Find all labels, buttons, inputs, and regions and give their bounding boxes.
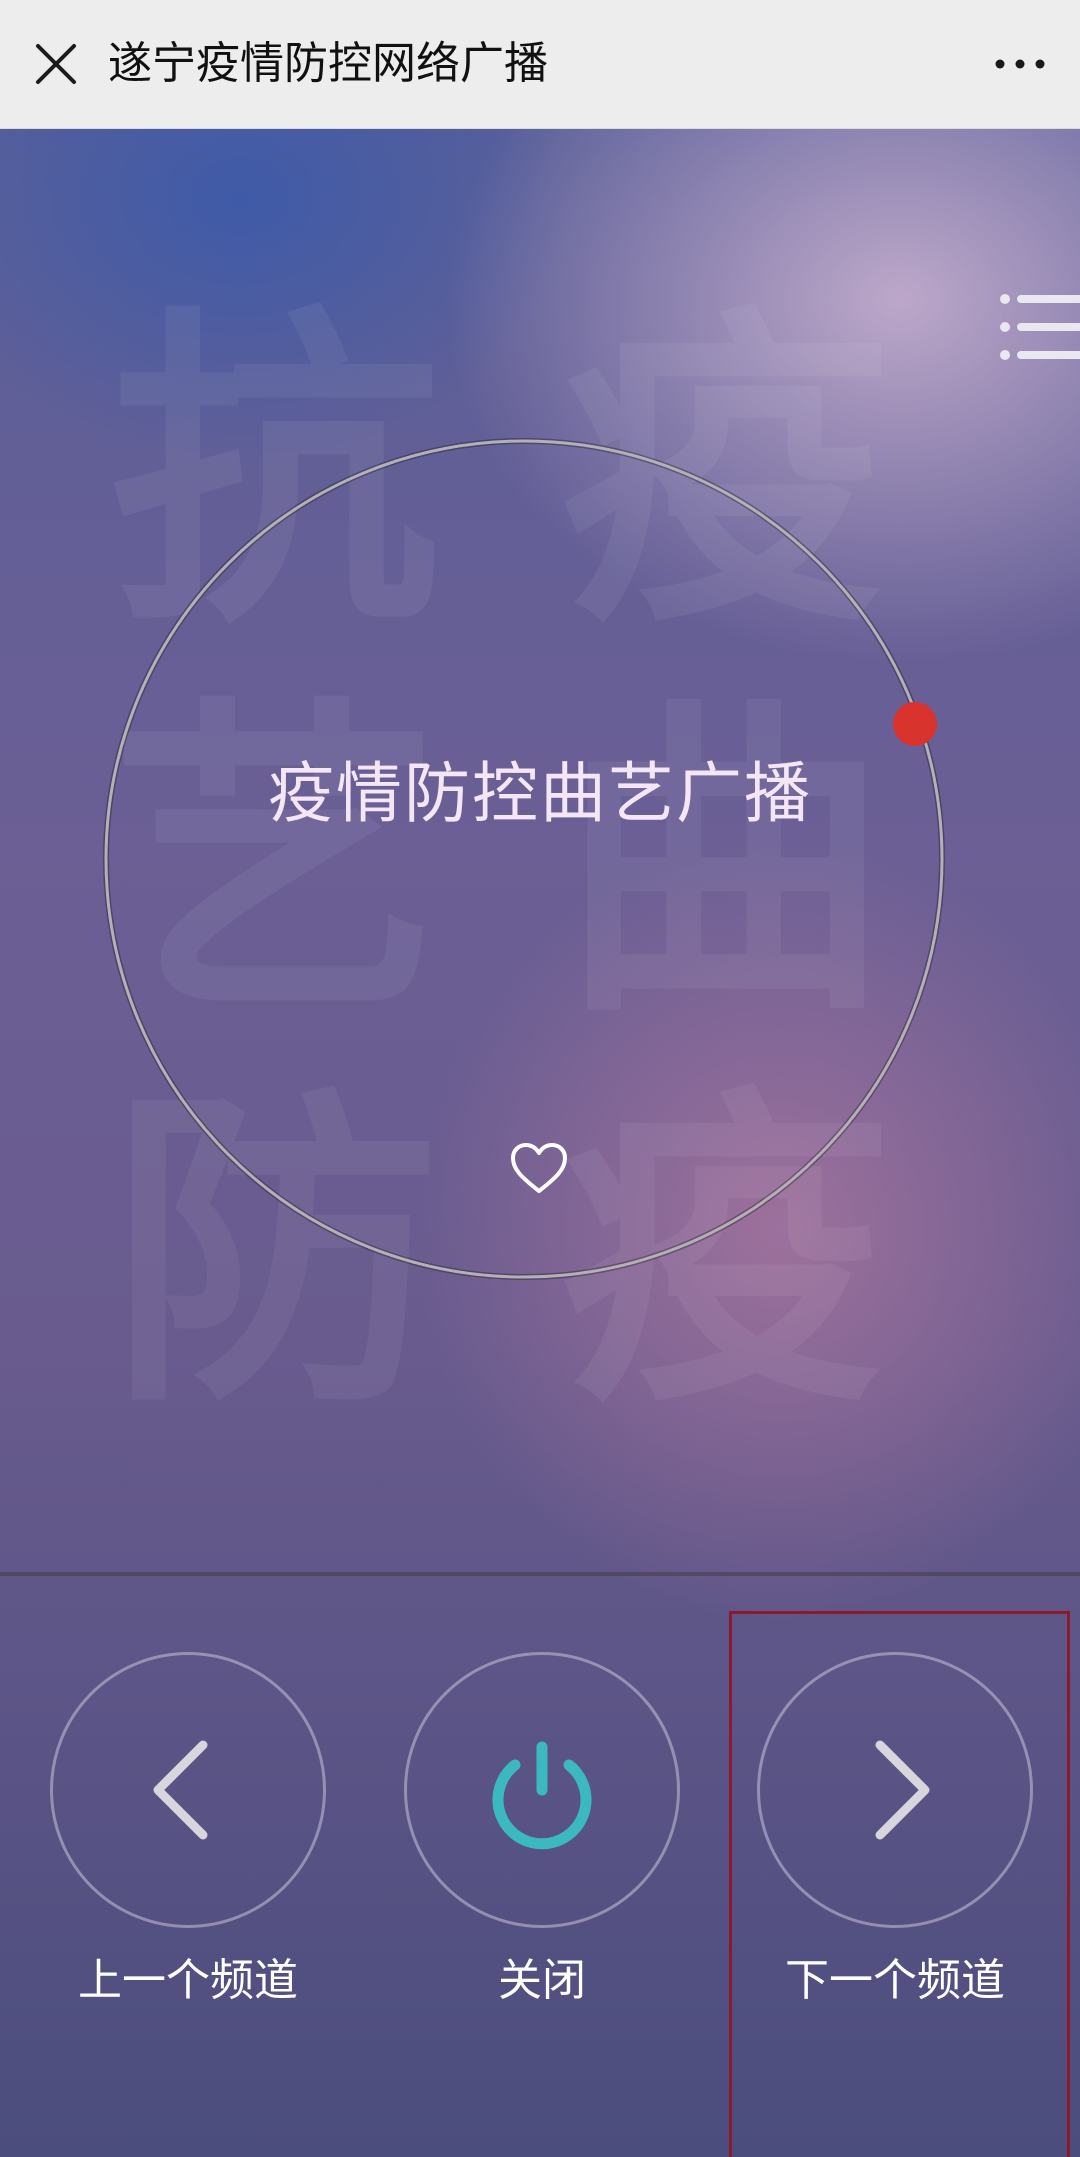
chevron-left-icon: [153, 1740, 208, 1840]
power-button[interactable]: [404, 1652, 680, 1928]
next-channel-highlight: [729, 1611, 1070, 2157]
power-label[interactable]: 关闭: [404, 1951, 680, 2011]
channel-name: 疫情防控曲艺广播: [268, 755, 812, 832]
progress-dot[interactable]: [893, 702, 937, 746]
player-stage: 抗 疫 艺 曲 防 疫 疫情防控曲艺广播 上一个频道 关闭 下一个频道: [0, 129, 1080, 2157]
prev-channel-label[interactable]: 上一个频道: [50, 1951, 326, 2011]
close-icon[interactable]: [28, 36, 84, 92]
divider: [0, 1572, 1080, 1576]
power-icon: [492, 1741, 592, 1850]
more-icon[interactable]: [988, 40, 1052, 88]
prev-channel-button[interactable]: [50, 1652, 326, 1928]
top-nav-bar: 遂宁疫情防控网络广播: [0, 0, 1080, 129]
page-title: 遂宁疫情防控网络广播: [108, 38, 548, 89]
heart-icon[interactable]: [509, 1141, 569, 1195]
